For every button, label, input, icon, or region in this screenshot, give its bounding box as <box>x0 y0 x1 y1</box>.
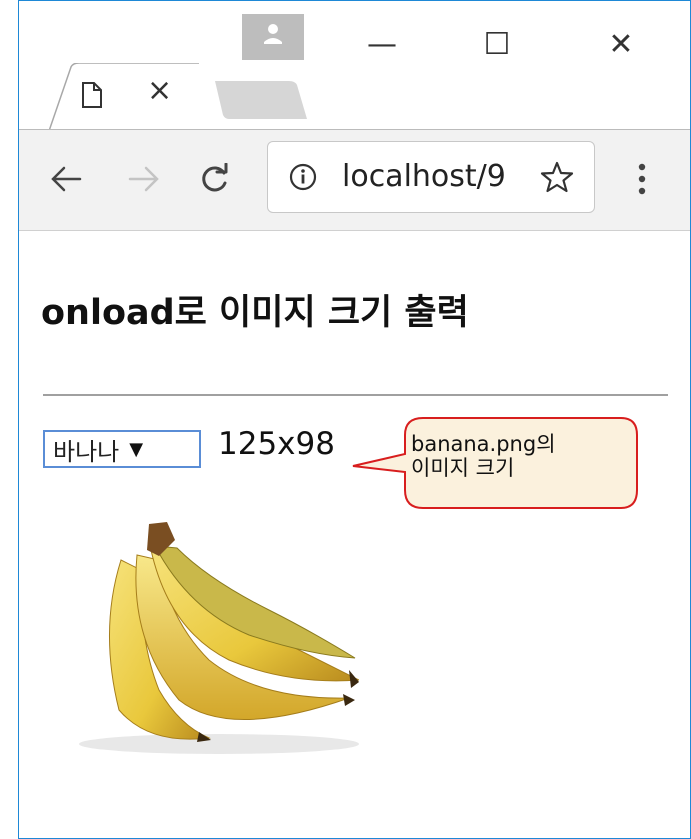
menu-button[interactable] <box>617 151 667 207</box>
tab-close-icon: × <box>147 73 173 108</box>
image-size-text: 125x98 <box>218 426 335 462</box>
new-tab-button[interactable] <box>215 81 307 119</box>
browser-window: — ☐ ✕ × localhost/9 onload로 이미지 크기 출력 바나… <box>18 0 691 839</box>
tab-close-button[interactable]: × <box>147 73 172 108</box>
minimize-icon: — <box>367 26 397 62</box>
reload-button[interactable] <box>189 151 239 207</box>
back-button[interactable] <box>41 151 91 207</box>
callout-line-1: banana.png의 <box>411 432 556 456</box>
person-icon <box>264 24 282 44</box>
close-icon: ✕ <box>608 26 634 62</box>
address-text: localhost/9 <box>342 159 506 194</box>
info-icon <box>289 163 317 191</box>
title-bar: — ☐ ✕ × <box>19 1 690 131</box>
minimize-button[interactable]: — <box>352 21 412 67</box>
forward-button[interactable] <box>119 151 169 207</box>
fruit-select[interactable]: 바나나 ▼ <box>43 430 201 468</box>
profile-button[interactable] <box>242 14 304 60</box>
horizontal-rule <box>43 394 668 396</box>
arrow-right-icon <box>128 166 159 192</box>
callout-line-2: 이미지 크기 <box>411 456 515 480</box>
page-title: onload로 이미지 크기 출력 <box>41 293 469 333</box>
more-vertical-icon <box>638 163 646 195</box>
star-icon[interactable] <box>540 160 574 194</box>
reload-icon <box>202 163 228 192</box>
address-bar[interactable]: localhost/9 <box>267 141 595 213</box>
dropdown-arrow-icon: ▼ <box>129 438 144 460</box>
page-content: onload로 이미지 크기 출력 바나나 ▼ 125x98 banana.pn… <box>19 230 690 838</box>
active-tab[interactable] <box>49 63 199 131</box>
callout-text: banana.png의 이미지 크기 <box>411 432 556 480</box>
page-icon <box>82 82 102 108</box>
maximize-icon: ☐ <box>483 26 511 62</box>
maximize-button[interactable]: ☐ <box>467 21 527 67</box>
arrow-left-icon <box>51 166 82 192</box>
select-value: 바나나 <box>53 437 120 466</box>
close-window-button[interactable]: ✕ <box>591 21 651 67</box>
banana-image <box>79 522 359 754</box>
